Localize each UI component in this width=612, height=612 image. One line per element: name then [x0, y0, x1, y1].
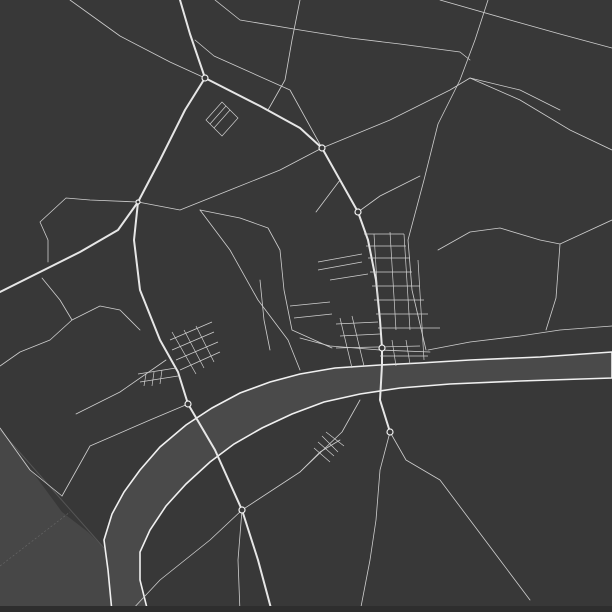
map-layer: [0, 0, 612, 612]
road-mid-cross: [299, 337, 431, 353]
sea: [0, 430, 122, 612]
road-northwest-diagonal: [0, 77, 206, 293]
road-nw-edge: [69, 0, 206, 79]
road-sw-3: [75, 359, 167, 415]
road-west-low: [41, 277, 141, 331]
road-east-town: [357, 175, 421, 213]
road-north-east-curve: [214, 0, 471, 61]
road-east-long: [427, 325, 612, 351]
grid-east-rows: [289, 253, 369, 319]
road-north-1: [267, 0, 301, 111]
road-north-bend: [469, 77, 561, 111]
road-east-drop: [545, 243, 561, 331]
junction-east: [354, 208, 362, 216]
junction-town-centre: [378, 344, 386, 352]
grid-east-town: [335, 231, 440, 361]
road-east-edge: [437, 219, 612, 251]
map-bottom-strip: [0, 606, 612, 612]
junction-north: [201, 74, 209, 82]
river: [103, 351, 612, 612]
grid-southwest: [137, 367, 179, 387]
road-mid-bend: [259, 279, 271, 351]
road-main-east: [204, 77, 383, 366]
map-canvas[interactable]: [0, 0, 612, 612]
road-north-south: [179, 0, 206, 79]
junction-bridge-west: [184, 400, 192, 408]
road-south-east-2: [359, 431, 391, 612]
junction-south: [238, 506, 246, 514]
road-south-east: [389, 431, 531, 601]
junction-bridge-east: [386, 428, 394, 436]
road-centre-diag: [199, 209, 301, 371]
road-centre-curve: [199, 209, 333, 349]
road-ne-1: [439, 0, 612, 49]
junction-west: [135, 199, 141, 205]
junction-northeast: [318, 144, 326, 152]
grid-south-east: [339, 315, 428, 369]
road-west-far: [0, 319, 73, 367]
grid-west-town: [169, 321, 221, 375]
road-diagonal-long: [137, 77, 612, 211]
grid-north: [205, 101, 239, 137]
road-south-mid: [237, 509, 243, 612]
road-west-box: [39, 197, 139, 263]
minor-roads: [0, 0, 612, 612]
road-link-ne: [315, 179, 341, 213]
